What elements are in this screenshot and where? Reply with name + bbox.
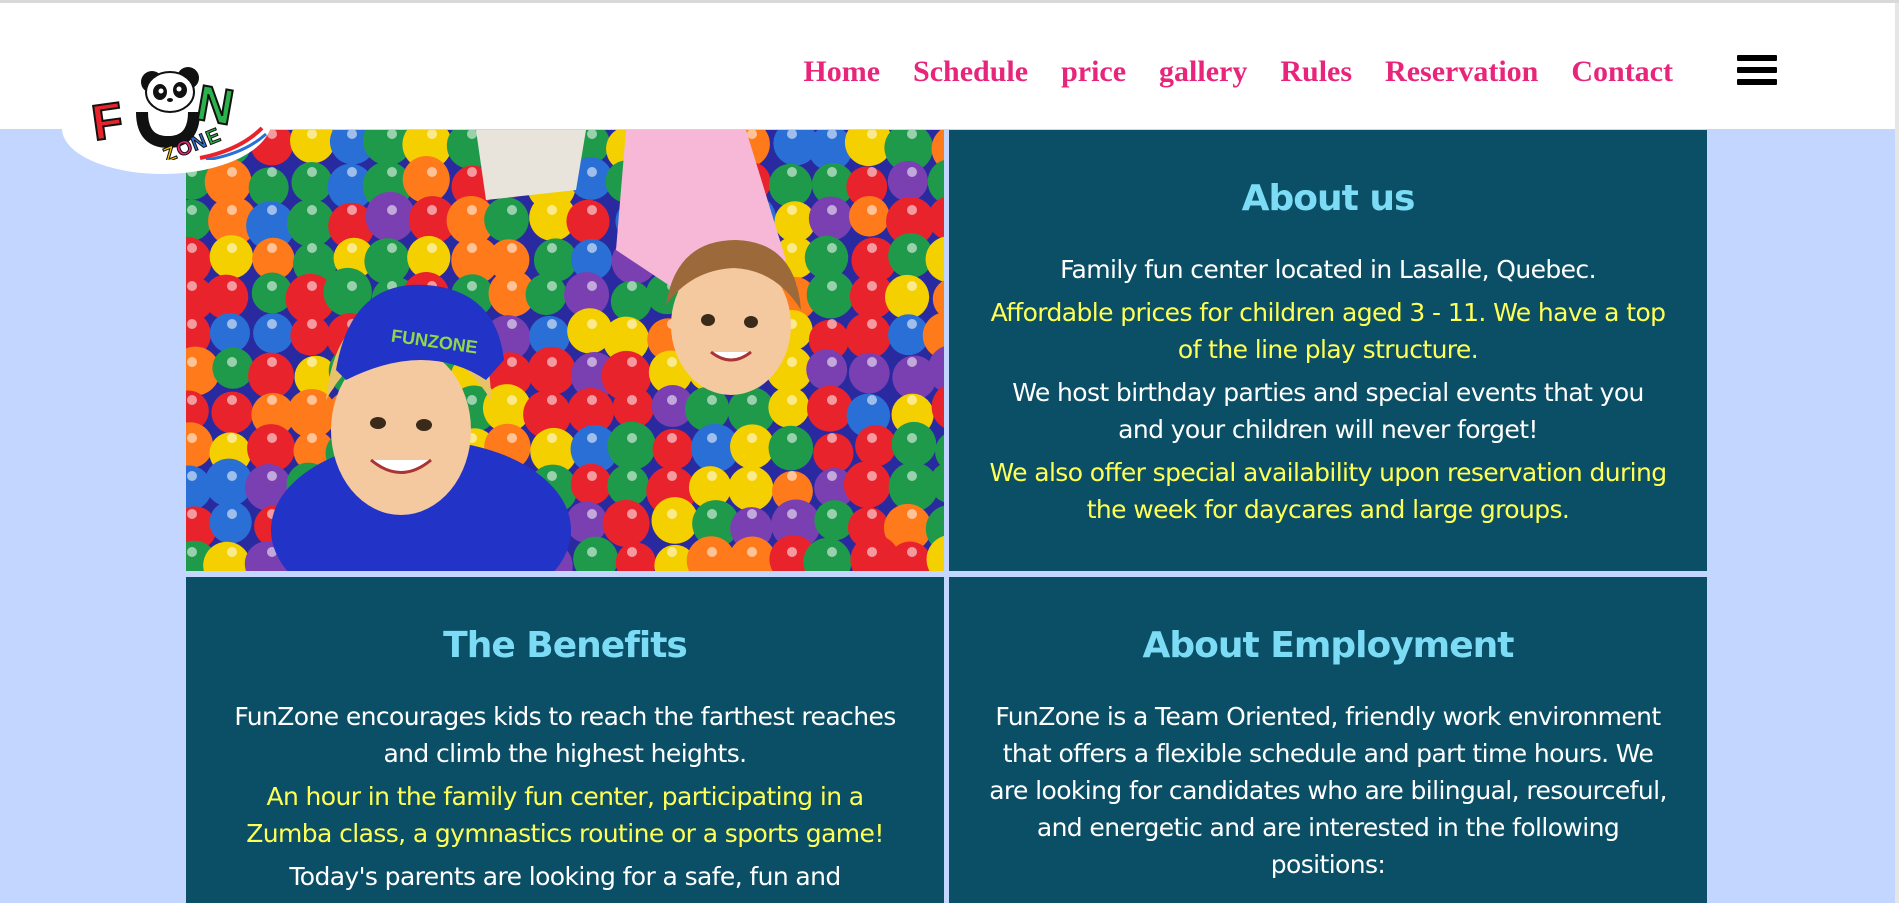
nav-gallery[interactable]: gallery	[1159, 55, 1247, 89]
nav-rules[interactable]: Rules	[1280, 55, 1352, 89]
kids-ball-pit-image: FUNZONE	[186, 130, 944, 571]
funzone-logo-icon: F N Z O N E	[90, 67, 268, 160]
benefits-text-2: An hour in the family fun center, partic…	[246, 782, 884, 848]
about-text-location: Family fun center located in Lasalle, Qu…	[1060, 255, 1596, 284]
nav-home[interactable]: Home	[803, 55, 880, 89]
benefits-heading: The Benefits	[443, 625, 688, 666]
employment-text: FunZone is a Team Oriented, friendly wor…	[989, 702, 1667, 879]
vertical-scrollbar[interactable]	[1895, 3, 1899, 903]
about-us-heading: About us	[1241, 178, 1416, 219]
employment-panel: About Employment FunZone is a Team Orien…	[949, 577, 1707, 903]
nav-reservation[interactable]: Reservation	[1385, 55, 1538, 89]
nav-contact[interactable]: Contact	[1571, 55, 1673, 89]
about-text-availability: We also offer special availability upon …	[989, 458, 1667, 524]
nav-schedule[interactable]: Schedule	[913, 55, 1028, 89]
employment-heading: About Employment	[1142, 625, 1515, 666]
benefits-text-3: Today's parents are looking for a safe, …	[289, 862, 841, 903]
about-us-panel: About us Family fun center located in La…	[949, 130, 1707, 571]
benefits-panel: The Benefits FunZone encourages kids to …	[186, 577, 944, 903]
benefits-text-1: FunZone encourages kids to reach the far…	[234, 702, 896, 768]
content-grid: FUNZONE About us Family fun center locat…	[186, 130, 1707, 903]
nav-price[interactable]: price	[1061, 55, 1126, 89]
site-header: Home Schedule price gallery Rules Reserv…	[0, 3, 1895, 129]
about-text-prices: Affordable prices for children aged 3 - …	[990, 298, 1666, 364]
svg-text:F: F	[90, 92, 126, 152]
ball-pit-photo: FUNZONE	[186, 130, 944, 571]
hamburger-menu-icon[interactable]	[1737, 55, 1779, 89]
main-nav: Home Schedule price gallery Rules Reserv…	[770, 55, 1673, 89]
about-text-parties: We host birthday parties and special eve…	[1012, 378, 1644, 444]
site-logo[interactable]: F N Z O N E	[62, 40, 272, 174]
